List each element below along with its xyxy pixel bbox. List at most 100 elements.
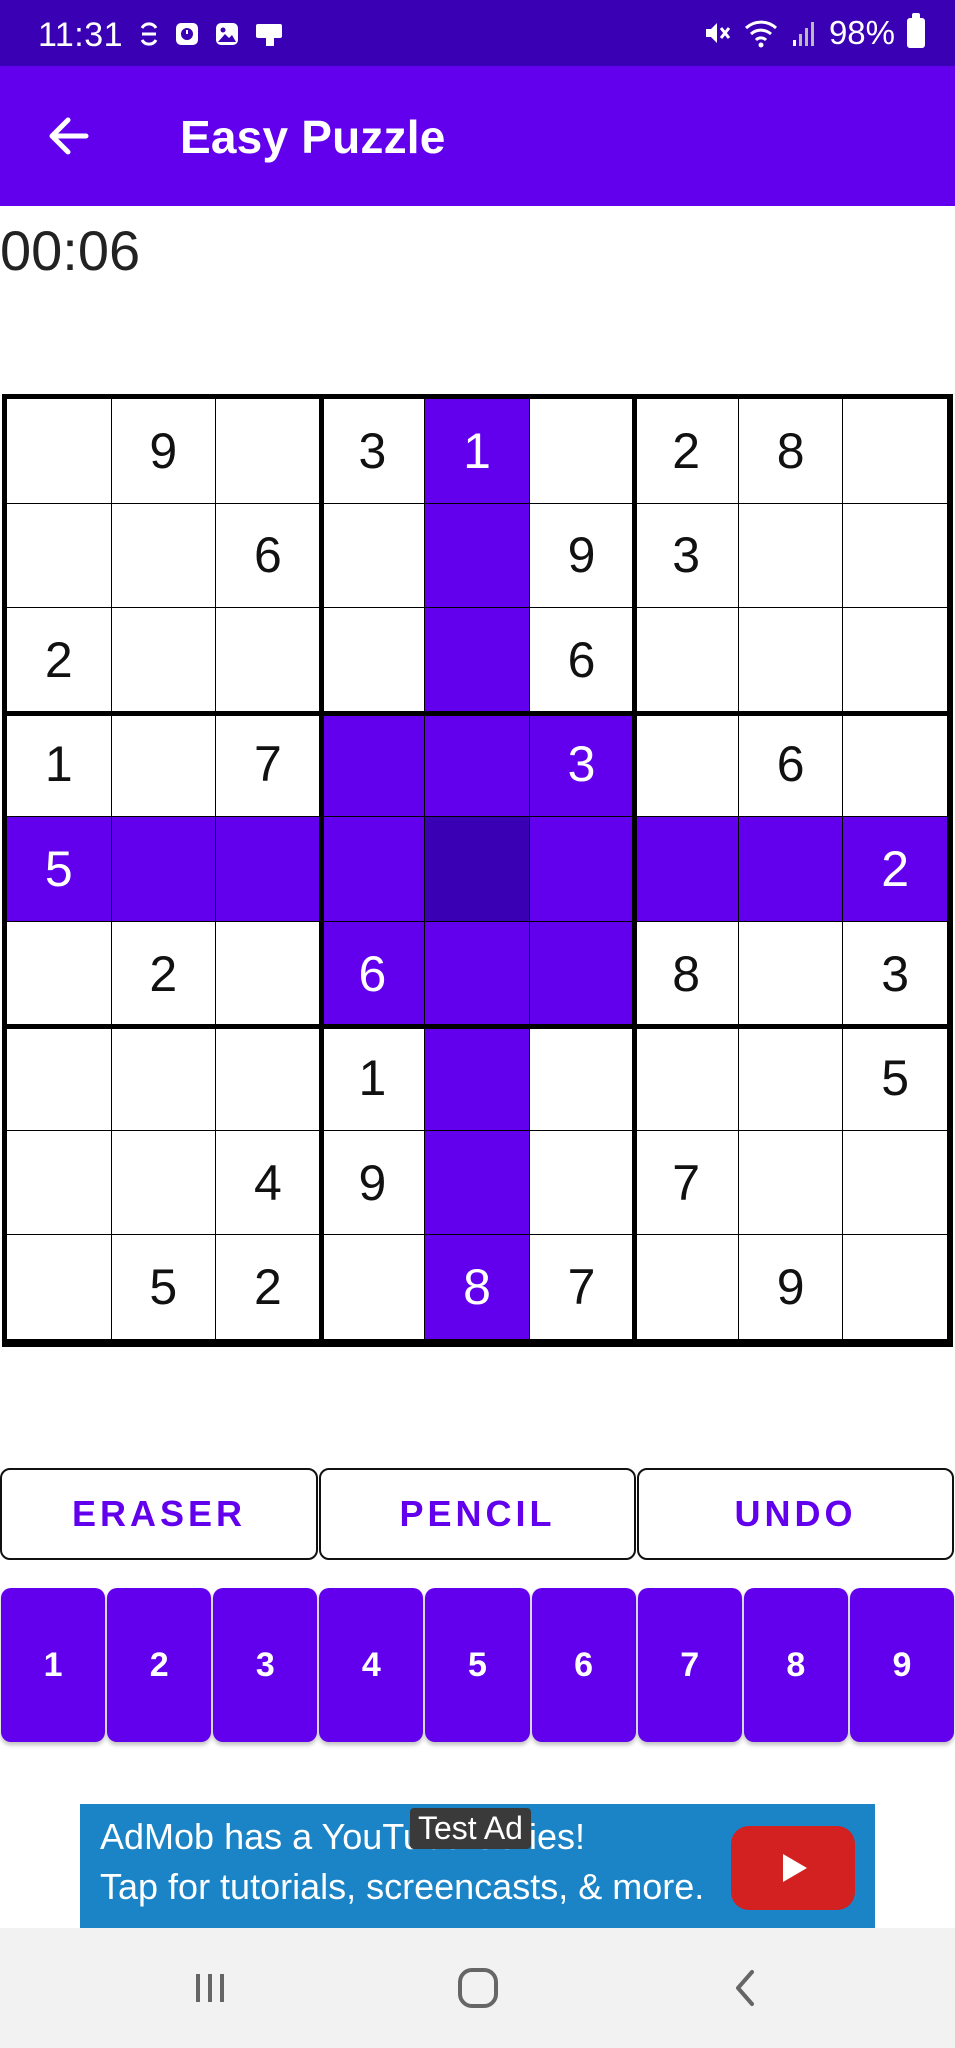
number-button-2[interactable]: 2 bbox=[107, 1588, 212, 1742]
board-cell-r9c4[interactable] bbox=[320, 1235, 426, 1340]
board-cell-r1c9[interactable] bbox=[843, 399, 948, 504]
board-cell-r2c3[interactable]: 6 bbox=[216, 503, 321, 609]
board-cell-r2c6[interactable]: 9 bbox=[529, 503, 635, 609]
board-cell-r9c2[interactable]: 5 bbox=[111, 1235, 217, 1340]
board-cell-r1c1[interactable] bbox=[7, 399, 112, 504]
wifi-icon bbox=[744, 20, 777, 48]
board-cell-r8c7[interactable]: 7 bbox=[634, 1130, 739, 1236]
pencil-button[interactable]: PENCIL bbox=[319, 1468, 636, 1560]
recent-apps-icon[interactable] bbox=[180, 1958, 240, 2018]
number-button-6[interactable]: 6 bbox=[531, 1588, 636, 1742]
board-cell-r7c6[interactable] bbox=[529, 1026, 635, 1131]
board-cell-r2c8[interactable] bbox=[738, 503, 844, 609]
board-cell-r6c1[interactable] bbox=[7, 921, 112, 1027]
board-cell-r9c6[interactable]: 7 bbox=[529, 1235, 635, 1340]
board-cell-r4c9[interactable] bbox=[843, 712, 948, 818]
board-cell-r4c5[interactable] bbox=[425, 712, 530, 818]
board-cell-r3c1[interactable]: 2 bbox=[7, 608, 112, 713]
number-button-5[interactable]: 5 bbox=[425, 1588, 530, 1742]
board-cell-r1c7[interactable]: 2 bbox=[634, 399, 739, 504]
board-cell-r4c1[interactable]: 1 bbox=[7, 712, 112, 818]
board-cell-r2c9[interactable] bbox=[843, 503, 948, 609]
board-cell-r7c9[interactable]: 5 bbox=[843, 1026, 948, 1131]
board-cell-r7c2[interactable] bbox=[111, 1026, 217, 1131]
board-cell-r3c7[interactable] bbox=[634, 608, 739, 713]
board-cell-r3c6[interactable]: 6 bbox=[529, 608, 635, 713]
board-cell-r5c2[interactable] bbox=[111, 817, 217, 922]
number-button-4[interactable]: 4 bbox=[319, 1588, 424, 1742]
board-cell-r4c4[interactable] bbox=[320, 712, 426, 818]
board-cell-r2c2[interactable] bbox=[111, 503, 217, 609]
board-cell-r3c9[interactable] bbox=[843, 608, 948, 713]
board-cell-r6c2[interactable]: 2 bbox=[111, 921, 217, 1027]
board-cell-r5c6[interactable] bbox=[529, 817, 635, 922]
board-cell-r9c3[interactable]: 2 bbox=[216, 1235, 321, 1340]
board-cell-r6c9[interactable]: 3 bbox=[843, 921, 948, 1027]
board-cell-r2c7[interactable]: 3 bbox=[634, 503, 739, 609]
board-cell-r8c1[interactable] bbox=[7, 1130, 112, 1236]
back-button[interactable] bbox=[38, 106, 98, 166]
board-cell-r4c2[interactable] bbox=[111, 712, 217, 818]
board-cell-r8c2[interactable] bbox=[111, 1130, 217, 1236]
board-cell-r8c8[interactable] bbox=[738, 1130, 844, 1236]
number-button-8[interactable]: 8 bbox=[743, 1588, 848, 1742]
ad-banner[interactable]: AdMob has a YouTube Series! Tap for tuto… bbox=[80, 1804, 875, 1928]
undo-button[interactable]: UNDO bbox=[637, 1468, 954, 1560]
number-button-9[interactable]: 9 bbox=[849, 1588, 954, 1742]
board-cell-r4c6[interactable]: 3 bbox=[529, 712, 635, 818]
board-cell-r1c8[interactable]: 8 bbox=[738, 399, 844, 504]
board-cell-r6c7[interactable]: 8 bbox=[634, 921, 739, 1027]
board-cell-r6c6[interactable] bbox=[529, 921, 635, 1027]
board-cell-r5c1[interactable]: 5 bbox=[7, 817, 112, 922]
board-cell-r7c3[interactable] bbox=[216, 1026, 321, 1131]
board-cell-r6c4[interactable]: 6 bbox=[320, 921, 426, 1027]
board-cell-r8c3[interactable]: 4 bbox=[216, 1130, 321, 1236]
board-cell-r7c5[interactable] bbox=[425, 1026, 530, 1131]
board-cell-r8c9[interactable] bbox=[843, 1130, 948, 1236]
board-cell-r9c1[interactable] bbox=[7, 1235, 112, 1340]
board-cell-r7c8[interactable] bbox=[738, 1026, 844, 1131]
board-cell-r2c5[interactable] bbox=[425, 503, 530, 609]
board-cell-r6c3[interactable] bbox=[216, 921, 321, 1027]
board-cell-r5c4[interactable] bbox=[320, 817, 426, 922]
board-cell-r8c5[interactable] bbox=[425, 1130, 530, 1236]
board-cell-r3c4[interactable] bbox=[320, 608, 426, 713]
board-cell-r5c3[interactable] bbox=[216, 817, 321, 922]
board-cell-r8c6[interactable] bbox=[529, 1130, 635, 1236]
board-cell-r4c8[interactable]: 6 bbox=[738, 712, 844, 818]
board-cell-r9c7[interactable] bbox=[634, 1235, 739, 1340]
youtube-play-icon[interactable] bbox=[731, 1826, 855, 1910]
board-cell-r4c7[interactable] bbox=[634, 712, 739, 818]
board-cell-r1c5[interactable]: 1 bbox=[425, 399, 530, 504]
number-button-3[interactable]: 3 bbox=[213, 1588, 318, 1742]
board-cell-r1c2[interactable]: 9 bbox=[111, 399, 217, 504]
board-cell-r5c5[interactable] bbox=[425, 817, 530, 922]
board-cell-r9c5[interactable]: 8 bbox=[425, 1235, 530, 1340]
board-cell-r1c3[interactable] bbox=[216, 399, 321, 504]
board-cell-r3c8[interactable] bbox=[738, 608, 844, 713]
eraser-button[interactable]: ERASER bbox=[0, 1468, 318, 1560]
board-cell-r3c3[interactable] bbox=[216, 608, 321, 713]
board-cell-r1c6[interactable] bbox=[529, 399, 635, 504]
board-cell-r2c1[interactable] bbox=[7, 503, 112, 609]
board-cell-r6c5[interactable] bbox=[425, 921, 530, 1027]
back-icon[interactable] bbox=[716, 1958, 776, 2018]
board-cell-r6c8[interactable] bbox=[738, 921, 844, 1027]
board-cell-r7c1[interactable] bbox=[7, 1026, 112, 1131]
home-icon[interactable] bbox=[448, 1958, 508, 2018]
board-cell-r2c4[interactable] bbox=[320, 503, 426, 609]
board-cell-r5c8[interactable] bbox=[738, 817, 844, 922]
board-cell-r3c2[interactable] bbox=[111, 608, 217, 713]
board-cell-r5c9[interactable]: 2 bbox=[843, 817, 948, 922]
board-cell-r9c8[interactable]: 9 bbox=[738, 1235, 844, 1340]
board-cell-r4c3[interactable]: 7 bbox=[216, 712, 321, 818]
board-cell-r7c7[interactable] bbox=[634, 1026, 739, 1131]
number-button-1[interactable]: 1 bbox=[1, 1588, 106, 1742]
number-button-7[interactable]: 7 bbox=[637, 1588, 742, 1742]
board-cell-r8c4[interactable]: 9 bbox=[320, 1130, 426, 1236]
board-cell-r1c4[interactable]: 3 bbox=[320, 399, 426, 504]
board-cell-r9c9[interactable] bbox=[843, 1235, 948, 1340]
board-cell-r3c5[interactable] bbox=[425, 608, 530, 713]
board-cell-r7c4[interactable]: 1 bbox=[320, 1026, 426, 1131]
board-cell-r5c7[interactable] bbox=[634, 817, 739, 922]
